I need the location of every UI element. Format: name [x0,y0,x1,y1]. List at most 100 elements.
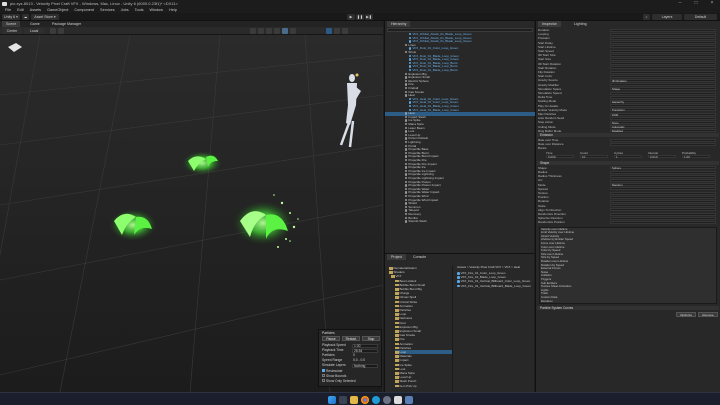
inspector-field[interactable] [610,57,716,61]
pivot-local-dropdown[interactable]: Local [24,28,44,34]
inspector-field[interactable] [610,28,716,32]
step-button[interactable]: ▶❚ [365,14,373,20]
burst-value-field[interactable]: 0.000 [546,155,574,159]
inspector-field[interactable] [610,74,716,78]
curves-footer[interactable]: Particle System Curves [537,306,719,311]
2d-toggle-icon[interactable] [258,28,264,34]
inspector-field[interactable] [610,191,716,195]
tab-project[interactable]: Project [387,254,407,260]
shape-module-header[interactable]: Shape [537,160,719,165]
show-only-selected-checkbox[interactable]: Show Only Selected [322,379,380,384]
inspector-field[interactable]: Transform [610,108,716,112]
account-dropdown[interactable]: Unity 6 ▾ [2,14,20,20]
layers-dropdown[interactable]: Layers [652,14,682,20]
inspector-field[interactable]: 1000 [610,112,716,116]
snap-icon[interactable] [58,28,64,34]
inspector-field[interactable] [610,95,716,99]
inspector-field[interactable] [610,199,716,203]
search-taskbar-icon[interactable] [339,395,347,404]
lighting-toggle-icon[interactable] [266,28,272,34]
burst-value-field[interactable]: 1 [614,155,642,159]
inspector-field[interactable] [610,62,716,66]
hierarchy-item[interactable]: Swords Slash [385,220,535,224]
pause-button[interactable]: ❚❚ [356,14,364,20]
inspector-field[interactable] [610,195,716,199]
tab-lighting[interactable]: Lighting [570,21,591,27]
project-folder-item[interactable]: Item Pick Up [395,384,417,388]
cloud-icon[interactable]: ☁ [22,14,29,20]
inspector-field[interactable]: Random [610,183,716,186]
stop-particles-button[interactable]: Stop [362,336,380,341]
burst-value-field[interactable]: 10 [580,155,608,159]
tab-console[interactable]: Console [409,254,430,260]
emission-module-header[interactable]: Emission [537,133,719,137]
module-toggle[interactable]: Renderer [539,299,715,304]
layout-dropdown[interactable]: Default [684,14,717,20]
file-explorer-icon[interactable] [350,395,358,404]
inspector-field[interactable] [610,49,716,53]
inspector-field[interactable] [610,187,716,191]
hierarchy-search-input[interactable] [387,28,533,32]
inspector-field[interactable]: Automatic [610,125,716,128]
tab-hierarchy[interactable]: Hierarchy [387,21,411,27]
inspector-field[interactable] [610,142,716,146]
grid-icon[interactable] [50,28,56,34]
inspector-field[interactable]: Sphere [610,166,716,170]
heal-vfx-1[interactable] [182,151,222,175]
scene-view[interactable]: Particles Pause Restart Stop Playback Sp… [0,35,383,392]
maximize-button[interactable]: □ [688,0,704,7]
inspector-field[interactable] [610,66,716,70]
effects-toggle-icon[interactable] [282,28,288,34]
optimize-button[interactable]: Optimize [676,312,696,318]
tab-inspector[interactable]: Inspector [538,21,561,27]
inspector-field[interactable]: Shape [610,87,716,91]
unity-taskbar-icon[interactable] [394,395,402,404]
playback-time-field[interactable]: 28.54 [352,348,378,353]
view-options-icon[interactable] [342,28,348,34]
close-button[interactable]: × [704,0,720,7]
playback-speed-field[interactable]: 1.00 [352,343,378,348]
burst-value-field[interactable]: 0.010 [648,155,676,159]
inspector-field[interactable] [610,45,716,49]
inspector-field[interactable]: Disabled [610,129,716,133]
camera-settings-icon[interactable] [326,28,332,34]
inspector-field[interactable] [610,174,716,178]
settings-icon[interactable] [383,395,391,404]
inspector-field[interactable] [610,138,716,142]
inspector-field[interactable] [610,83,716,87]
inspector-field[interactable] [610,104,716,108]
inspector-field[interactable] [610,36,716,40]
photos-icon[interactable] [405,395,413,404]
inspector-field[interactable] [610,220,716,224]
inspector-field[interactable]: None [610,120,716,124]
inspector-field[interactable] [610,70,716,74]
restart-particles-button[interactable]: Restart [342,336,360,341]
inspector-field[interactable] [610,41,716,45]
asset-store-dropdown[interactable]: Asset Store ▾ [31,14,59,20]
minimize-button[interactable]: – [672,0,688,7]
heal-vfx-2[interactable] [109,209,157,241]
pause-particles-button[interactable]: Pause [322,336,340,341]
inspector-field[interactable] [610,91,716,95]
inspector-field[interactable] [610,116,716,120]
inspector-field[interactable]: Hierarchy [610,99,716,103]
audio-toggle-icon[interactable] [274,28,280,34]
inspector-field[interactable] [610,212,716,216]
pivot-center-dropdown[interactable]: Center [2,28,22,34]
inspector-field[interactable]: 3D Rotation [610,78,716,82]
remove-button[interactable]: Remove [698,312,718,318]
gizmos-icon[interactable] [334,28,340,34]
inspector-field[interactable] [610,208,716,212]
inspector-field[interactable] [610,178,716,182]
inspector-field[interactable] [610,216,716,220]
inspector-field[interactable] [610,170,716,174]
windows-start-icon[interactable] [328,395,336,404]
hidden-objects-icon[interactable] [290,28,296,34]
play-button[interactable]: ▶ [347,14,355,20]
burst-value-field[interactable]: 1.00 [682,155,710,159]
simulate-layers-dropdown[interactable]: Nothing [352,363,378,368]
edge-icon[interactable] [372,395,380,404]
inspector-field[interactable] [610,32,716,36]
shading-mode-icon[interactable] [250,28,256,34]
chrome-icon[interactable] [361,395,369,404]
